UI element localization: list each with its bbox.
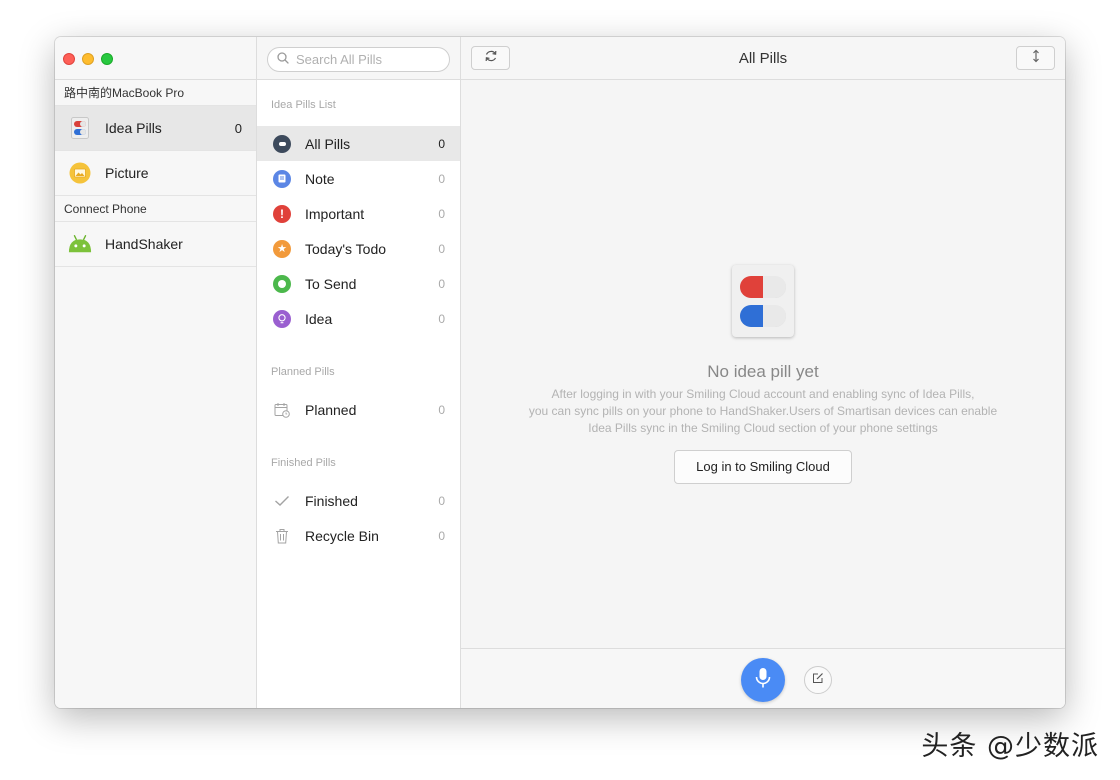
picture-app-icon [68,161,92,185]
search-input[interactable] [296,52,436,67]
idea-pills-app-icon [68,116,92,140]
list-item-label: To Send [305,275,357,292]
list-item-label: Note [305,170,335,187]
list-item-count: 0 [438,528,445,543]
star-icon: ★ [273,239,291,258]
search-box[interactable] [267,47,450,72]
list-item-count: 0 [438,276,445,291]
list-item-label: All Pills [305,135,351,152]
compose-icon [812,671,824,689]
empty-state: No idea pill yet After logging in with y… [461,265,1065,484]
login-smiling-cloud-button[interactable]: Log in to Smiling Cloud [674,450,852,484]
empty-state-title: No idea pill yet [707,362,819,381]
list-item-all-pills[interactable]: All Pills 0 [257,126,460,161]
bottom-toolbar [461,648,1065,708]
list-item-count: 0 [438,171,445,186]
list-item-to-send[interactable]: To Send 0 [257,266,460,301]
list-item-count: 0 [438,136,445,151]
page-title: All Pills [738,50,788,67]
voice-record-button[interactable] [741,658,785,702]
minimize-window-button[interactable] [82,53,94,65]
list-item-label: Recycle Bin [305,527,379,544]
sidebar-item-idea-pills[interactable]: Idea Pills 0 [55,106,256,151]
empty-state-desc-line: Idea Pills sync in the Smiling Cloud sec… [588,421,938,435]
empty-state-description: After logging in with your Smiling Cloud… [461,386,1065,437]
empty-state-desc-line: After logging in with your Smiling Cloud… [551,387,975,401]
main-toolbar: All Pills [461,37,1065,80]
window-controls [55,37,256,80]
group-header-finished-pills: Finished Pills [271,457,336,469]
compose-button[interactable] [804,666,832,694]
lightbulb-icon [273,309,291,328]
sort-arrows-icon [1031,49,1041,68]
blue-pill-icon [740,304,786,327]
computer-section-label: 路中南的MacBook Pro [55,80,256,106]
list-item-planned[interactable]: Planned 0 [257,392,460,427]
list-item-label: Finished [305,492,358,509]
sidebar-item-label: Idea Pills [105,120,162,136]
main-pane: All Pills No idea pill yet After logging… [461,37,1065,708]
checkmark-icon [273,492,291,510]
phone-section-label: Connect Phone [55,196,256,222]
all-pills-icon [273,134,291,153]
empty-state-desc-line: you can sync pills on your phone to Hand… [528,404,998,418]
devices-sidebar: 路中南的MacBook Pro Idea Pills 0 Picture Con… [55,37,257,708]
list-item-note[interactable]: Note 0 [257,161,460,196]
list-item-count: 0 [438,493,445,508]
android-icon [68,232,92,256]
list-item-todays-todo[interactable]: ★ Today's Todo 0 [257,231,460,266]
sidebar-item-picture[interactable]: Picture [55,151,256,196]
sidebar-item-handshaker[interactable]: HandShaker [55,222,256,267]
list-item-label: Planned [305,401,357,418]
search-bar-area [257,37,460,80]
list-item-important[interactable]: ! Important 0 [257,196,460,231]
list-item-idea[interactable]: Idea 0 [257,301,460,336]
list-item-count: 0 [438,311,445,326]
sidebar-item-count: 0 [234,120,242,136]
to-send-icon [273,274,291,293]
group-header-idea-pills-list: Idea Pills List [271,99,336,111]
sort-button[interactable] [1016,46,1055,70]
close-window-button[interactable] [63,53,75,65]
group-header-planned-pills: Planned Pills [271,366,335,378]
list-item-recycle-bin[interactable]: Recycle Bin 0 [257,518,460,553]
note-icon [273,169,291,188]
sidebar-item-label: Picture [105,165,149,181]
pills-list-pane: Idea Pills List All Pills 0 Note 0 ! [257,37,461,708]
search-icon [277,51,289,69]
list-item-count: 0 [438,241,445,256]
list-item-finished[interactable]: Finished 0 [257,483,460,518]
list-item-label: Idea [305,310,333,327]
list-item-label: Important [305,205,365,222]
sidebar-item-label: HandShaker [105,236,183,252]
watermark-text: 头条 @少数派 [921,731,1099,762]
list-item-count: 0 [438,402,445,417]
trash-icon [273,527,291,545]
app-window: 路中南的MacBook Pro Idea Pills 0 Picture Con… [55,37,1065,708]
list-item-count: 0 [438,206,445,221]
important-icon: ! [273,204,291,223]
zoom-window-button[interactable] [101,53,113,65]
list-item-label: Today's Todo [305,240,387,257]
idea-pills-logo-icon [732,265,794,337]
red-pill-icon [740,275,786,298]
calendar-icon [273,401,291,419]
microphone-icon [754,667,772,694]
